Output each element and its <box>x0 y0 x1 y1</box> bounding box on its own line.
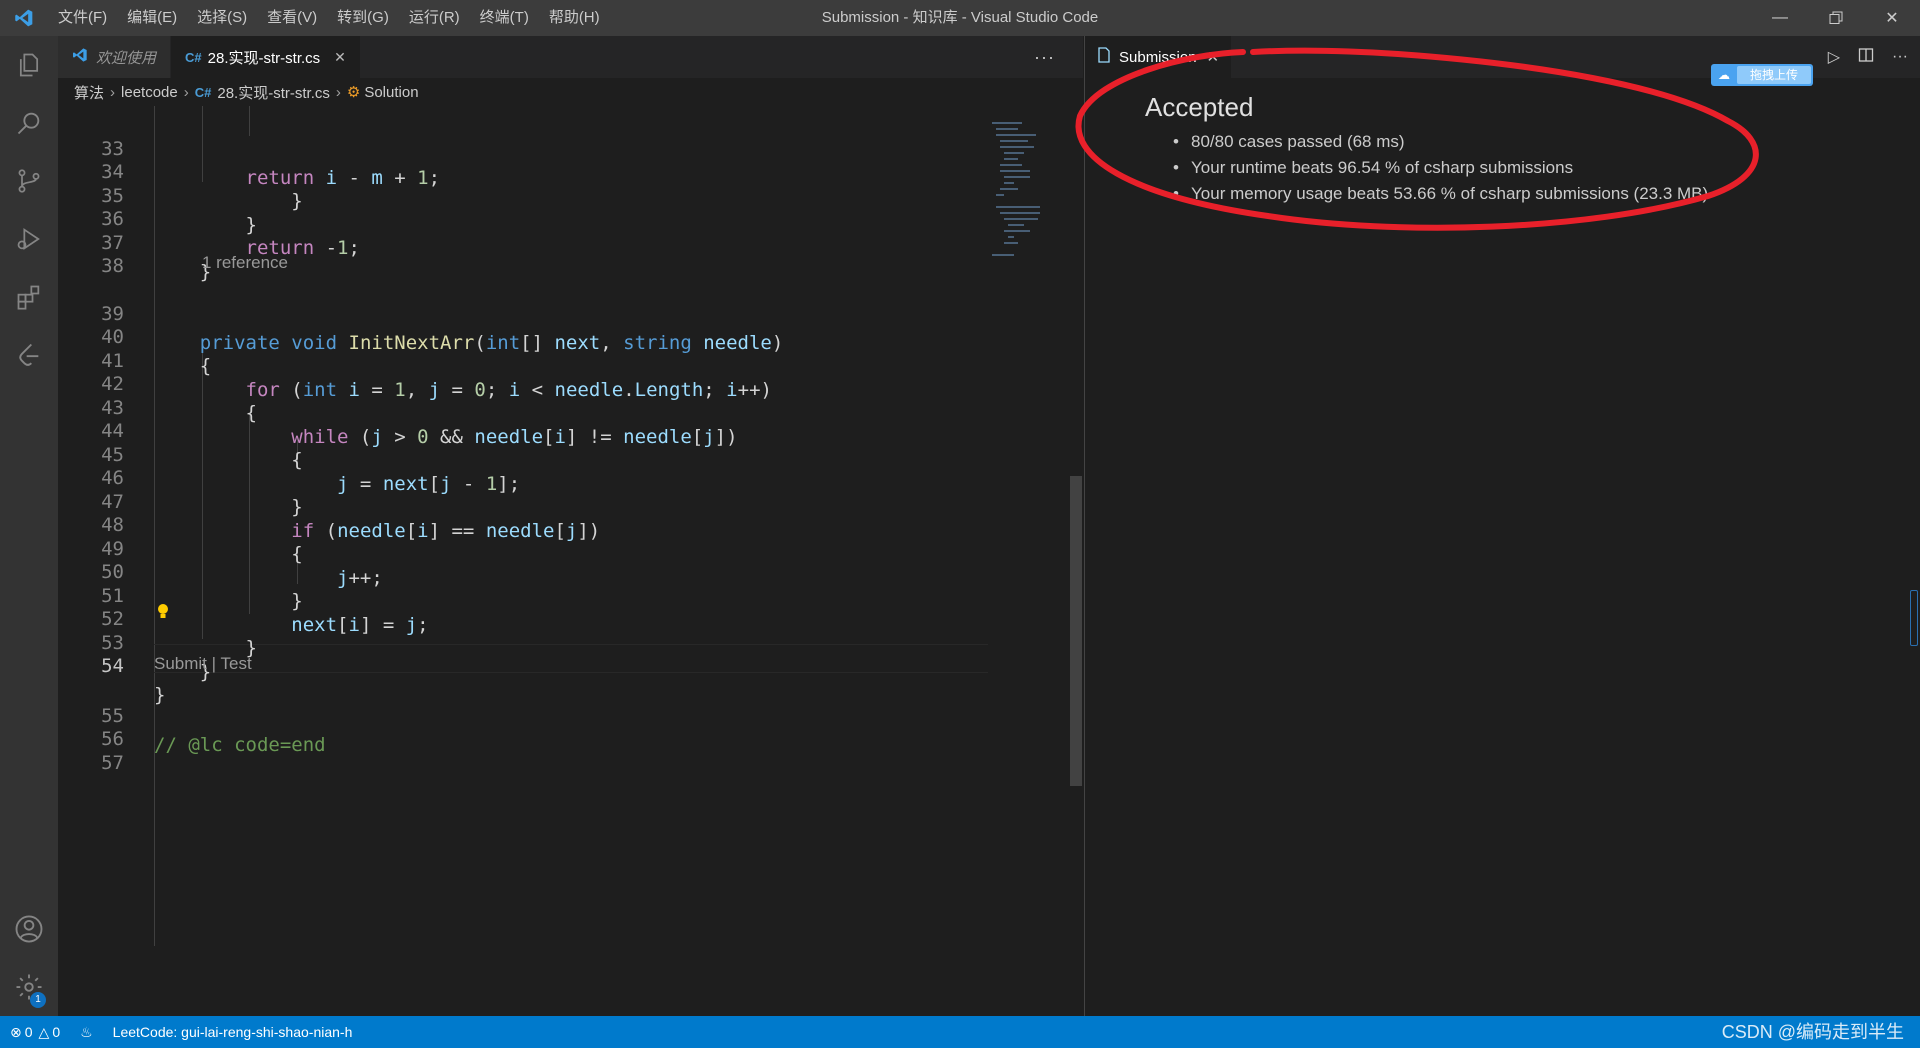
submission-result: Accepted 80/80 cases passed (68 ms) Your… <box>1145 92 1708 207</box>
vertical-scrollbar-thumb[interactable] <box>1070 476 1082 786</box>
menu-run[interactable]: 运行(R) <box>399 0 470 36</box>
editor-group-right: Submission ✕ ▷ ··· ☁ 拖拽上传 Accepted 80/80… <box>1084 36 1920 1016</box>
menu-edit[interactable]: 编辑(E) <box>117 0 187 36</box>
explorer-icon[interactable] <box>0 36 58 94</box>
leetcode-icon[interactable] <box>0 326 58 384</box>
settings-badge: 1 <box>30 992 46 1008</box>
tab-submission-label: Submission <box>1119 48 1197 66</box>
run-icon[interactable]: ▷ <box>1828 47 1840 67</box>
vscode-tab-icon <box>72 47 88 67</box>
close-window-icon[interactable]: ✕ <box>1864 0 1920 36</box>
problems-status[interactable]: ⊗ 0 △ 0 <box>0 1016 70 1048</box>
csharp-icon: C# <box>194 84 212 100</box>
close-tab-icon[interactable]: ✕ <box>334 49 346 66</box>
menu-bar: 文件(F) 编辑(E) 选择(S) 查看(V) 转到(G) 运行(R) 终端(T… <box>48 0 610 36</box>
chevron-right-icon: › <box>110 83 116 101</box>
cloud-upload-icon: ☁ <box>1718 68 1730 82</box>
split-editor-icon[interactable] <box>1858 47 1874 68</box>
result-item-memory: Your memory usage beats 53.66 % of cshar… <box>1173 181 1708 207</box>
vscode-logo-icon <box>0 0 48 36</box>
line-number: 57 <box>101 752 124 774</box>
warning-icon: △ <box>38 1023 50 1040</box>
source-control-icon[interactable] <box>0 152 58 210</box>
tab-28-str-str[interactable]: C# 28.实现-str-str.cs ✕ <box>171 36 361 78</box>
preview-file-icon <box>1097 47 1111 67</box>
menu-view[interactable]: 查看(V) <box>257 0 327 36</box>
activity-bar: 1 <box>0 36 58 1016</box>
breadcrumb-item-algorithms[interactable]: 算法 <box>74 82 104 103</box>
window-controls: — ✕ <box>1752 0 1920 36</box>
editor-tabs: 欢迎使用 C# 28.实现-str-str.cs ✕ ··· <box>58 36 1083 78</box>
editor-actions: ▷ ··· <box>1828 36 1908 78</box>
extensions-icon[interactable] <box>0 268 58 326</box>
breadcrumb-item-solution[interactable]: Solution <box>364 84 418 101</box>
code-line: 57 <box>58 720 988 774</box>
menu-go[interactable]: 转到(G) <box>327 0 399 36</box>
menu-help[interactable]: 帮助(H) <box>539 0 610 36</box>
tab-submission[interactable]: Submission ✕ <box>1085 36 1232 78</box>
code-editor[interactable]: 33 return i - m + 1; 34 } 35 } 36 return… <box>58 106 988 1016</box>
leetcode-status-icon[interactable]: ♨ <box>70 1016 103 1048</box>
breadcrumb-item-file[interactable]: 28.实现-str-str.cs <box>217 82 330 103</box>
editor-group-left: 欢迎使用 C# 28.实现-str-str.cs ✕ ··· 算法 › leet… <box>58 36 1083 1048</box>
more-actions-icon[interactable]: ··· <box>1892 48 1908 66</box>
code-line: 38 <box>58 223 988 277</box>
result-item-cases: 80/80 cases passed (68 ms) <box>1173 129 1708 155</box>
title-bar: 文件(F) 编辑(E) 选择(S) 查看(V) 转到(G) 运行(R) 终端(T… <box>0 0 1920 36</box>
codelens-test[interactable]: Test <box>221 654 252 673</box>
chevron-right-icon: › <box>335 83 341 101</box>
upload-button-label: 拖拽上传 <box>1737 66 1811 84</box>
breadcrumb-item-leetcode[interactable]: leetcode <box>121 84 178 101</box>
code-line: 54 } <box>58 623 988 706</box>
csharp-icon: C# <box>185 49 202 65</box>
restore-icon[interactable] <box>1808 0 1864 36</box>
error-icon: ⊗ <box>10 1023 22 1040</box>
more-actions-icon[interactable]: ··· <box>1034 36 1055 78</box>
codelens-submit[interactable]: Submit <box>154 654 207 673</box>
menu-terminal[interactable]: 终端(T) <box>470 0 539 36</box>
tab-welcome-label: 欢迎使用 <box>96 49 157 67</box>
lightbulb-icon[interactable] <box>156 603 170 625</box>
menu-file[interactable]: 文件(F) <box>48 0 117 36</box>
overview-ruler-marker <box>1910 590 1918 646</box>
close-tab-icon[interactable]: ✕ <box>1207 48 1220 66</box>
error-count: 0 <box>24 1024 33 1040</box>
minimap[interactable] <box>988 106 1068 1016</box>
tab-welcome[interactable]: 欢迎使用 <box>58 36 172 78</box>
breadcrumb: 算法 › leetcode › C# 28.实现-str-str.cs › ⚙ … <box>58 78 1083 106</box>
codelens-separator: | <box>211 654 217 673</box>
warning-count: 0 <box>52 1024 61 1040</box>
chevron-right-icon: › <box>183 83 189 101</box>
upload-button[interactable]: ☁ 拖拽上传 <box>1711 64 1813 86</box>
menu-selection[interactable]: 选择(S) <box>187 0 257 36</box>
settings-gear-icon[interactable]: 1 <box>0 958 58 1016</box>
tab-file-label: 28.实现-str-str.cs <box>207 49 321 67</box>
minimize-icon[interactable]: — <box>1752 0 1808 36</box>
run-debug-icon[interactable] <box>0 210 58 268</box>
result-list: 80/80 cases passed (68 ms) Your runtime … <box>1145 129 1708 207</box>
account-icon[interactable] <box>0 900 58 958</box>
csdn-watermark: CSDN @编码走到半生 <box>1721 1022 1904 1042</box>
leetcode-account-status[interactable]: LeetCode: gui-lai-reng-shi-shao-nian-h <box>103 1016 363 1048</box>
result-title: Accepted <box>1145 92 1254 122</box>
search-icon[interactable] <box>0 94 58 152</box>
result-item-runtime: Your runtime beats 96.54 % of csharp sub… <box>1173 155 1708 181</box>
class-icon: ⚙ <box>346 84 361 101</box>
status-bar: ⊗ 0 △ 0 ♨ LeetCode: gui-lai-reng-shi-sha… <box>0 1016 1920 1048</box>
